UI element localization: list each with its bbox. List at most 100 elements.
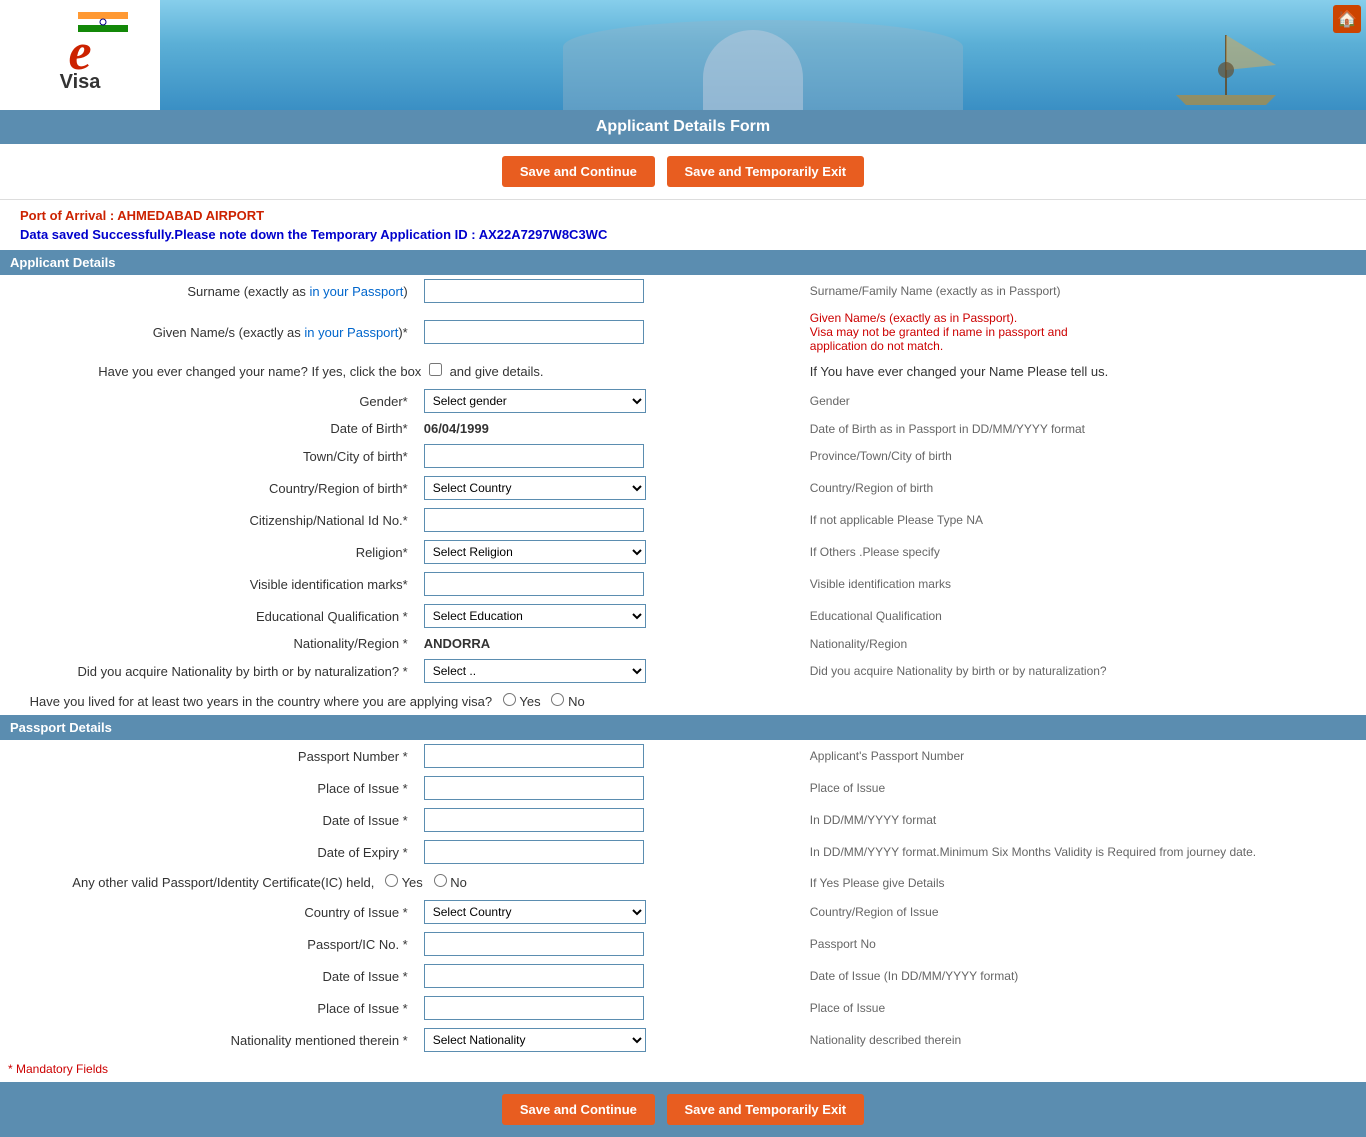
mandatory-row: * Mandatory Fields bbox=[0, 1056, 1366, 1082]
citizenship-input[interactable] bbox=[424, 508, 644, 532]
nationality-value-cell: ANDORRA bbox=[416, 632, 802, 655]
top-action-bar: Save and Continue Save and Temporarily E… bbox=[0, 144, 1366, 200]
boat-silhouette bbox=[1166, 25, 1286, 105]
education-input-cell: Select Education Below Matriculation Mat… bbox=[416, 600, 802, 632]
two-year-no-label: No bbox=[568, 694, 585, 709]
changed-name-checkbox[interactable] bbox=[429, 363, 442, 376]
dob-row: Date of Birth* 06/04/1999 Date of Birth … bbox=[0, 417, 1366, 440]
place-of-issue2-hint: Place of Issue bbox=[802, 992, 1366, 1024]
naturalization-row: Did you acquire Nationality by birth or … bbox=[0, 655, 1366, 687]
naturalization-select[interactable]: Select .. Birth Naturalization bbox=[424, 659, 646, 683]
passport-ic-hint: Passport No bbox=[802, 928, 1366, 960]
date-of-issue-input-cell bbox=[416, 804, 802, 836]
two-year-yes-label: Yes bbox=[519, 694, 540, 709]
changed-name-row: Have you ever changed your name? If yes,… bbox=[0, 357, 1366, 385]
two-year-yes-radio[interactable] bbox=[503, 693, 516, 706]
port-label: Port of Arrival : bbox=[20, 208, 117, 223]
surname-input-cell bbox=[416, 275, 802, 307]
surname-input[interactable] bbox=[424, 279, 644, 303]
place-of-issue-input[interactable] bbox=[424, 776, 644, 800]
citizenship-input-cell bbox=[416, 504, 802, 536]
town-input[interactable] bbox=[424, 444, 644, 468]
nationality-therein-input-cell: Select Nationality bbox=[416, 1024, 802, 1056]
country-of-issue-select[interactable]: Select Country bbox=[424, 900, 646, 924]
passport-section-header: Passport Details bbox=[0, 715, 1366, 740]
port-value: AHMEDABAD AIRPORT bbox=[117, 208, 264, 223]
any-passport-yes-radio[interactable] bbox=[385, 874, 398, 887]
nationality-therein-row: Nationality mentioned therein * Select N… bbox=[0, 1024, 1366, 1056]
religion-select[interactable]: Select Religion Hindu Muslim Christian O… bbox=[424, 540, 646, 564]
nationality-therein-label: Nationality mentioned therein * bbox=[0, 1024, 416, 1056]
visible-marks-input[interactable] bbox=[424, 572, 644, 596]
date-of-issue-input[interactable] bbox=[424, 808, 644, 832]
country-of-issue-row: Country of Issue * Select Country Countr… bbox=[0, 896, 1366, 928]
gender-input-cell: Select gender Male Female Other bbox=[416, 385, 802, 417]
any-passport-row: Any other valid Passport/Identity Certif… bbox=[0, 868, 1366, 896]
passport-number-input-cell bbox=[416, 740, 802, 772]
naturalization-label: Did you acquire Nationality by birth or … bbox=[0, 655, 416, 687]
gender-select[interactable]: Select gender Male Female Other bbox=[424, 389, 646, 413]
date-of-expiry-row: Date of Expiry * In DD/MM/YYYY format.Mi… bbox=[0, 836, 1366, 868]
town-input-cell bbox=[416, 440, 802, 472]
education-select[interactable]: Select Education Below Matriculation Mat… bbox=[424, 604, 646, 628]
passport-ic-input-cell bbox=[416, 928, 802, 960]
citizenship-row: Citizenship/National Id No.* If not appl… bbox=[0, 504, 1366, 536]
visible-marks-label: Visible identification marks* bbox=[0, 568, 416, 600]
port-info: Port of Arrival : AHMEDABAD AIRPORT bbox=[20, 208, 1346, 223]
changed-name-cell: Have you ever changed your name? If yes,… bbox=[0, 357, 802, 385]
bottom-save-exit-button[interactable]: Save and Temporarily Exit bbox=[667, 1094, 865, 1125]
surname-hint: Surname/Family Name (exactly as in Passp… bbox=[802, 275, 1366, 307]
dob-value: 06/04/1999 bbox=[424, 421, 489, 436]
date-of-issue-label: Date of Issue * bbox=[0, 804, 416, 836]
passport-form-table: Passport Number * Applicant's Passport N… bbox=[0, 740, 1366, 1082]
two-year-cell: Have you lived for at least two years in… bbox=[0, 687, 802, 715]
date-of-expiry-label: Date of Expiry * bbox=[0, 836, 416, 868]
two-year-no-radio[interactable] bbox=[551, 693, 564, 706]
application-id: AX22A7297W8C3WC bbox=[479, 227, 608, 242]
any-passport-yes-label: Yes bbox=[402, 875, 423, 890]
two-year-row: Have you lived for at least two years in… bbox=[0, 687, 1366, 715]
passport-number-row: Passport Number * Applicant's Passport N… bbox=[0, 740, 1366, 772]
country-birth-select[interactable]: Select Country bbox=[424, 476, 646, 500]
passport-number-input[interactable] bbox=[424, 744, 644, 768]
date-of-expiry-hint: In DD/MM/YYYY format.Minimum Six Months … bbox=[802, 836, 1366, 868]
naturalization-hint: Did you acquire Nationality by birth or … bbox=[802, 655, 1366, 687]
nationality-value: ANDORRA bbox=[424, 636, 490, 651]
top-save-exit-button[interactable]: Save and Temporarily Exit bbox=[667, 156, 865, 187]
logo-visa: Visa bbox=[60, 71, 101, 94]
any-passport-no-label: No bbox=[450, 875, 467, 890]
given-name-row: Given Name/s (exactly as in your Passpor… bbox=[0, 307, 1366, 357]
nationality-therein-select[interactable]: Select Nationality bbox=[424, 1028, 646, 1052]
applicant-form-table: Surname (exactly as in your Passport) Su… bbox=[0, 275, 1366, 715]
education-hint: Educational Qualification bbox=[802, 600, 1366, 632]
town-row: Town/City of birth* Province/Town/City o… bbox=[0, 440, 1366, 472]
visible-marks-row: Visible identification marks* Visible id… bbox=[0, 568, 1366, 600]
citizenship-label: Citizenship/National Id No.* bbox=[0, 504, 416, 536]
given-name-hint2: Visa may not be granted if name in passp… bbox=[810, 325, 1068, 339]
dob-hint: Date of Birth as in Passport in DD/MM/YY… bbox=[802, 417, 1366, 440]
place-of-issue2-row: Place of Issue * Place of Issue bbox=[0, 992, 1366, 1024]
date-of-issue2-input[interactable] bbox=[424, 964, 644, 988]
given-name-input[interactable] bbox=[424, 320, 644, 344]
date-of-expiry-input-cell bbox=[416, 836, 802, 868]
date-of-expiry-input[interactable] bbox=[424, 840, 644, 864]
any-passport-no-radio[interactable] bbox=[434, 874, 447, 887]
bottom-save-continue-button[interactable]: Save and Continue bbox=[502, 1094, 655, 1125]
passport-ic-input[interactable] bbox=[424, 932, 644, 956]
country-birth-label: Country/Region of birth* bbox=[0, 472, 416, 504]
country-birth-row: Country/Region of birth* Select Country … bbox=[0, 472, 1366, 504]
religion-row: Religion* Select Religion Hindu Muslim C… bbox=[0, 536, 1366, 568]
place-of-issue2-input[interactable] bbox=[424, 996, 644, 1020]
nationality-therein-hint: Nationality described therein bbox=[802, 1024, 1366, 1056]
top-save-continue-button[interactable]: Save and Continue bbox=[502, 156, 655, 187]
country-birth-input-cell: Select Country bbox=[416, 472, 802, 504]
date-of-issue-row: Date of Issue * In DD/MM/YYYY format bbox=[0, 804, 1366, 836]
country-of-issue-input-cell: Select Country bbox=[416, 896, 802, 928]
banner-image: 🏠 bbox=[160, 0, 1366, 110]
country-of-issue-hint: Country/Region of Issue bbox=[802, 896, 1366, 928]
date-of-issue2-label: Date of Issue * bbox=[0, 960, 416, 992]
home-button[interactable]: 🏠 bbox=[1333, 5, 1361, 33]
surname-label: Surname (exactly as in your Passport) bbox=[0, 275, 416, 307]
mandatory-text: * Mandatory Fields bbox=[0, 1056, 1366, 1082]
gender-row: Gender* Select gender Male Female Other … bbox=[0, 385, 1366, 417]
